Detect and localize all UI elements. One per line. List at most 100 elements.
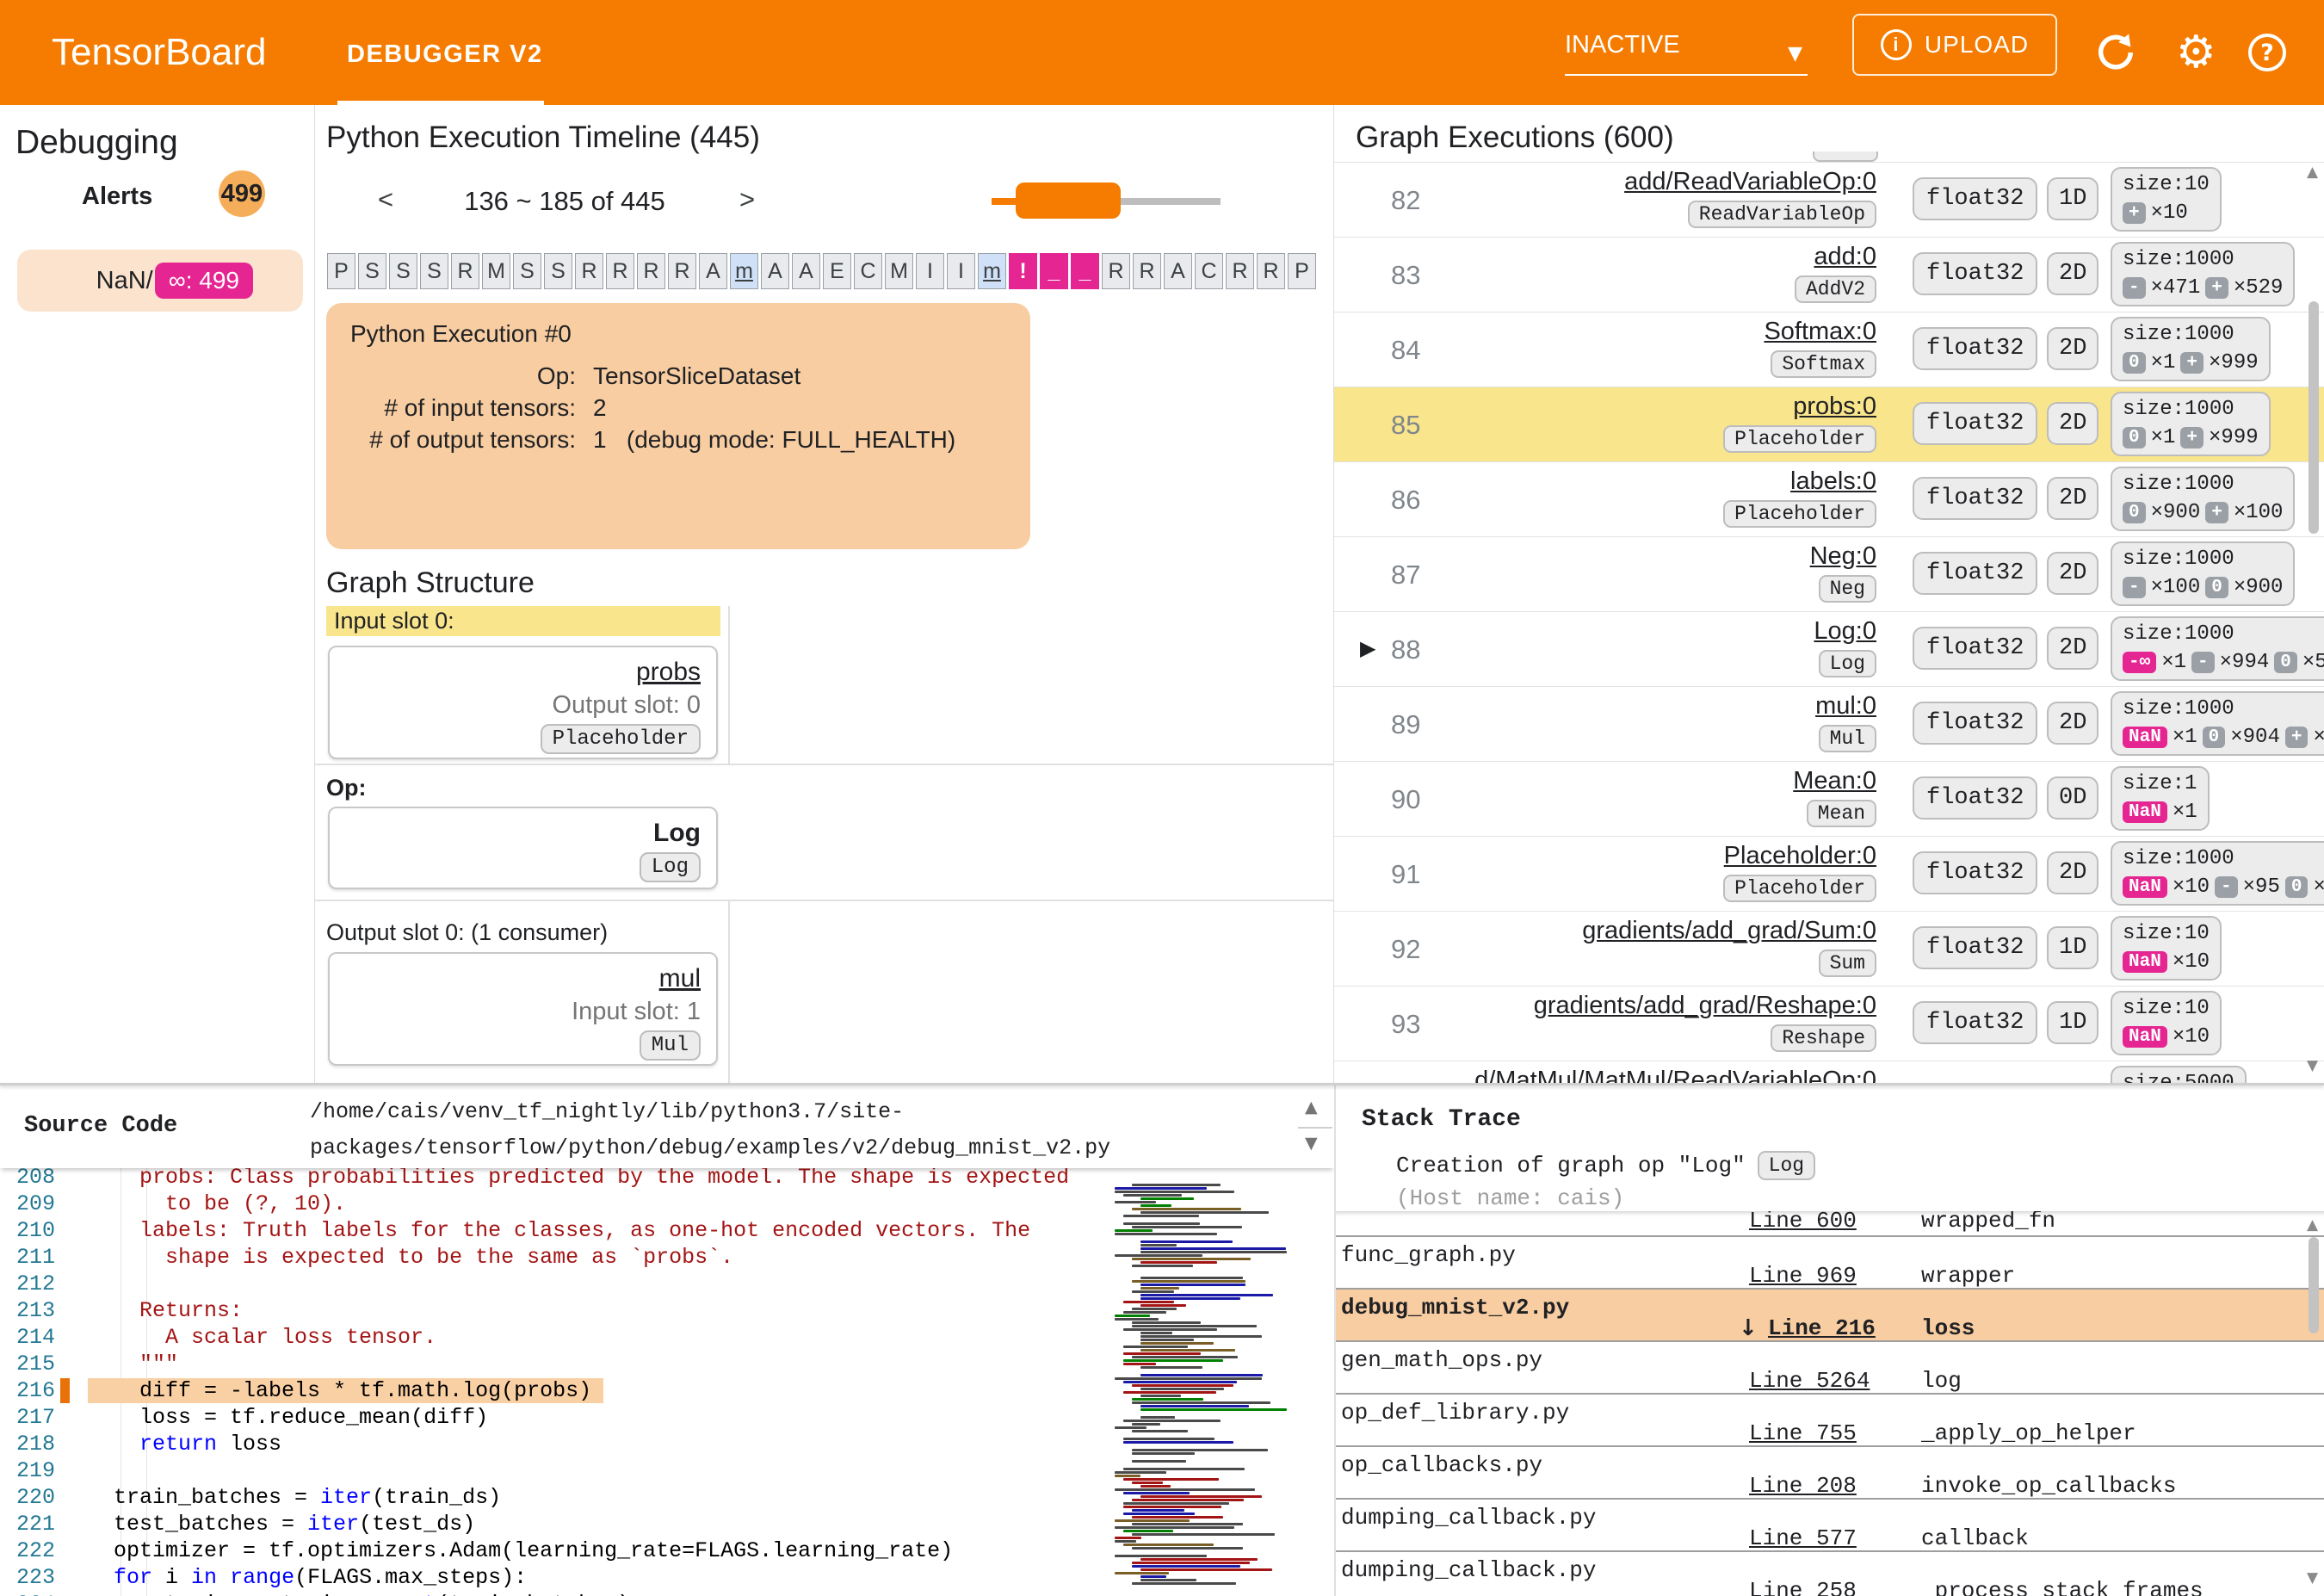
timeline-tile[interactable]: m bbox=[978, 253, 1006, 289]
tensor-name-link[interactable]: Placeholder:0 bbox=[1429, 842, 1876, 870]
graph-execution-row[interactable]: 86 labels:0 Placeholder float32 2D size:1000 0… bbox=[1334, 461, 2324, 536]
gear-icon[interactable]: ⚙ bbox=[2176, 0, 2216, 105]
timeline-tile[interactable]: R bbox=[1226, 253, 1254, 289]
help-icon[interactable]: ? bbox=[2248, 0, 2286, 105]
graph-execution-row[interactable]: 91 Placeholder:0 Placeholder float32 2D size:… bbox=[1334, 836, 2324, 911]
timeline-tile[interactable]: E bbox=[823, 253, 851, 289]
nan-alert-filter[interactable]: NaN/ ∞: 499 bbox=[17, 250, 303, 312]
graph-execution-row[interactable]: 89 mul:0 Mul float32 2D size:1000 NaN ×1 0 ×904 + ×… bbox=[1334, 686, 2324, 761]
timeline-tile[interactable]: A bbox=[761, 253, 789, 289]
frame-line-link[interactable]: Line 258 bbox=[1749, 1578, 1857, 1596]
slider-handle[interactable] bbox=[1016, 182, 1121, 219]
tensor-name-link[interactable]: Softmax:0 bbox=[1429, 318, 1876, 346]
input-node-card[interactable]: probs Output slot: 0 Placeholder bbox=[328, 646, 718, 759]
timeline-tile[interactable]: m bbox=[730, 253, 758, 289]
timeline-tile[interactable]: S bbox=[389, 253, 417, 289]
timeline-tile[interactable]: S bbox=[358, 253, 386, 289]
tensor-name-link[interactable]: Log:0 bbox=[1429, 617, 1876, 646]
timeline-tile[interactable]: A bbox=[1164, 253, 1192, 289]
scroll-up-icon[interactable]: ▲ bbox=[2307, 164, 2318, 181]
graph-execution-row[interactable]: 93 gradients/add_grad/Reshape:0 Reshape flo… bbox=[1334, 986, 2324, 1061]
refresh-icon[interactable] bbox=[2093, 0, 2138, 105]
stack-frame[interactable]: dumping_callback.py Line 577 callback bbox=[1336, 1500, 2324, 1552]
timeline-tile[interactable]: M bbox=[482, 253, 510, 289]
graph-execution-row[interactable]: ▶ 88 Log:0 Log float32 2D size:1000 -∞ ×1- ×994 0 ×… bbox=[1334, 611, 2324, 686]
frame-line-link[interactable]: Line 755 bbox=[1749, 1420, 1857, 1446]
timeline-tile[interactable]: R bbox=[1133, 253, 1161, 289]
stack-frame[interactable]: gen_math_ops.py Line 5264 log bbox=[1336, 1342, 2324, 1395]
frame-line-link[interactable]: Line 969 bbox=[1749, 1263, 1857, 1289]
frame-line-link[interactable]: Line 5264 bbox=[1749, 1368, 1870, 1394]
graph-execution-row[interactable]: 83 add:0 AddV2 float32 2D size:1000 - ×471 + ×529 bbox=[1334, 237, 2324, 312]
timeline-tile[interactable]: S bbox=[513, 253, 541, 289]
stack-frame[interactable]: op_callbacks.py Line 208 invoke_op_callbac… bbox=[1336, 1447, 2324, 1500]
stack-frame-partial[interactable]: Line 600 wrapped_fn bbox=[1336, 1211, 2324, 1237]
timeline-tile[interactable]: C bbox=[854, 253, 882, 289]
graph-execution-row[interactable]: 82 add/ReadVariableOp:0 ReadVariableOp floa… bbox=[1334, 162, 2324, 237]
stack-scrollbar[interactable]: ▲ ▼ bbox=[2305, 1215, 2322, 1596]
tensor-name-link[interactable]: probs:0 bbox=[1429, 393, 1876, 421]
timeline-tile[interactable]: R bbox=[637, 253, 665, 289]
upload-button[interactable]: i UPLOAD bbox=[1852, 14, 2057, 76]
tensor-name-link[interactable]: add/ReadVariableOp:0 bbox=[1429, 168, 1876, 196]
code-minimap[interactable] bbox=[1115, 1175, 1301, 1590]
timeline-tile[interactable]: ! bbox=[1009, 253, 1037, 289]
exec-scrollbar[interactable]: ▲ ▼ bbox=[2305, 160, 2322, 1086]
tensor-name-link[interactable]: add:0 bbox=[1429, 243, 1876, 271]
timeline-tile[interactable]: C bbox=[1195, 253, 1223, 289]
timeline-tile[interactable]: M bbox=[885, 253, 913, 289]
prev-page-button[interactable]: < bbox=[368, 184, 403, 215]
stack-frame[interactable]: op_def_library.py Line 755 _apply_op_helpe… bbox=[1336, 1395, 2324, 1447]
scrollbar-thumb[interactable] bbox=[2309, 301, 2319, 534]
stack-frame[interactable]: dumping_callback.py Line 258 _process_stac… bbox=[1336, 1552, 2324, 1596]
timeline-tile[interactable]: _ bbox=[1040, 253, 1068, 289]
graph-execution-row[interactable]: 84 Softmax:0 Softmax float32 2D size:1000 0 ×1 +… bbox=[1334, 312, 2324, 387]
graph-execution-row[interactable]: 87 Neg:0 Neg float32 2D size:1000 - ×100 0 ×900 bbox=[1334, 536, 2324, 611]
timeline-tile[interactable]: I bbox=[916, 253, 944, 289]
code-editor[interactable]: 208 probs: Class probabilities predicted… bbox=[0, 1168, 1334, 1596]
timeline-tile[interactable]: R bbox=[1257, 253, 1285, 289]
scrollbar-thumb[interactable] bbox=[2309, 1237, 2319, 1333]
graph-execution-row[interactable]: 85 probs:0 Placeholder float32 2D size:1000 0 ×… bbox=[1334, 387, 2324, 461]
timeline-tile[interactable]: R bbox=[575, 253, 603, 289]
timeline-zoom-slider[interactable] bbox=[992, 181, 1221, 222]
timeline-tile[interactable]: P bbox=[327, 253, 355, 289]
timeline-tile[interactable]: R bbox=[668, 253, 696, 289]
tensor-name-link[interactable]: Neg:0 bbox=[1429, 542, 1876, 571]
timeline-tile[interactable]: R bbox=[451, 253, 479, 289]
timeline-tile[interactable]: S bbox=[544, 253, 572, 289]
frame-line-link[interactable]: Line 577 bbox=[1749, 1525, 1857, 1551]
graph-execution-row[interactable]: 90 Mean:0 Mean float32 0D size:1 NaN ×1 bbox=[1334, 761, 2324, 836]
node-name-link[interactable]: mul bbox=[659, 964, 701, 993]
scroll-down-icon[interactable]: ▼ bbox=[2307, 1057, 2318, 1074]
scroll-up-icon[interactable]: ▲ bbox=[2307, 1216, 2318, 1234]
tensor-name-link[interactable]: mul:0 bbox=[1429, 692, 1876, 721]
scroll-up-icon[interactable]: ▲ bbox=[1305, 1098, 1318, 1117]
timeline-tile[interactable]: R bbox=[606, 253, 634, 289]
consumer-node-card[interactable]: mul Input slot: 1 Mul bbox=[328, 952, 718, 1066]
run-status-select[interactable]: INACTIVE ▼ bbox=[1565, 31, 1808, 76]
frame-line-link[interactable]: Line 216 bbox=[1768, 1315, 1876, 1341]
graph-execution-row[interactable]: 92 gradients/add_grad/Sum:0 Sum float32 1D si… bbox=[1334, 911, 2324, 986]
next-page-button[interactable]: > bbox=[730, 184, 764, 215]
tensor-name-link[interactable]: Mean:0 bbox=[1429, 767, 1876, 795]
timeline-tile[interactable]: A bbox=[699, 253, 727, 289]
node-name-link[interactable]: probs bbox=[636, 658, 701, 687]
frame-line-link[interactable]: Line 208 bbox=[1749, 1473, 1857, 1499]
timeline-tile[interactable]: A bbox=[792, 253, 820, 289]
timeline-tile[interactable]: S bbox=[420, 253, 448, 289]
graph-execution-row-partial[interactable]: d/MatMul/MatMul/ReadVariableOp:0 size:500… bbox=[1334, 1061, 2324, 1086]
tensor-name-link[interactable]: gradients/add_grad/Sum:0 bbox=[1429, 917, 1876, 945]
tensor-name-link[interactable]: labels:0 bbox=[1429, 467, 1876, 496]
timeline-tile[interactable]: R bbox=[1102, 253, 1130, 289]
timeline-tile[interactable]: I bbox=[947, 253, 975, 289]
timeline-tile[interactable]: _ bbox=[1071, 253, 1099, 289]
stack-frame[interactable]: debug_mnist_v2.py ↓ Line 216 loss bbox=[1336, 1290, 2324, 1342]
scroll-down-icon[interactable]: ▼ bbox=[1305, 1134, 1318, 1153]
scroll-down-icon[interactable]: ▼ bbox=[2307, 1569, 2318, 1587]
tab-debugger-v2[interactable]: DEBUGGER V2 bbox=[347, 0, 543, 105]
tensor-name-link[interactable]: gradients/add_grad/Reshape:0 bbox=[1429, 992, 1876, 1020]
stack-frame[interactable]: func_graph.py Line 969 wrapper bbox=[1336, 1237, 2324, 1290]
timeline-tile[interactable]: P bbox=[1288, 253, 1316, 289]
frame-line-link[interactable]: Line 600 bbox=[1749, 1211, 1857, 1234]
